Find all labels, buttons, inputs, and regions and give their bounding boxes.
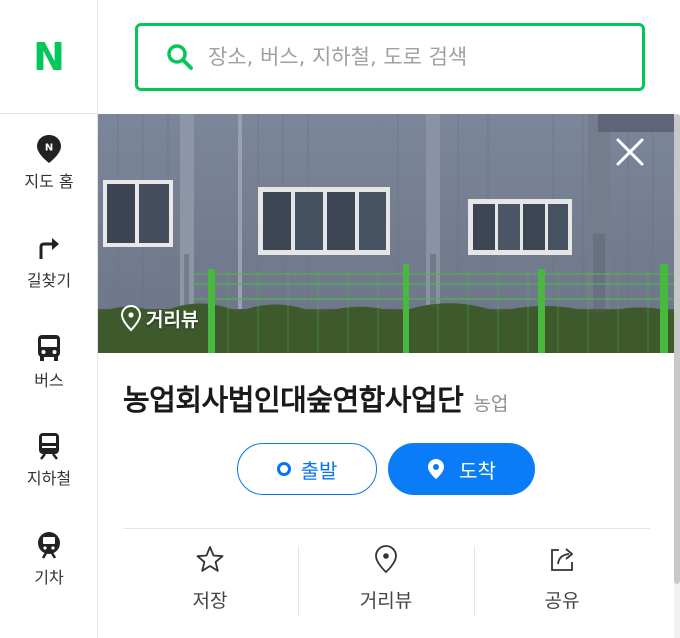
street-view-tag-label: 거리뷰 bbox=[146, 308, 199, 331]
share-button[interactable]: 공유 bbox=[477, 544, 647, 614]
search-box[interactable] bbox=[135, 23, 645, 91]
place-name[interactable]: 농업회사법인대숲연합사업단 bbox=[123, 377, 464, 419]
star-icon bbox=[195, 544, 225, 574]
start-button[interactable]: 출발 bbox=[237, 443, 377, 495]
arrive-button-label: 도착 bbox=[459, 458, 496, 483]
sidebar-item-bus[interactable]: 버스 bbox=[0, 333, 98, 391]
more-icon bbox=[34, 628, 64, 638]
location-pin-icon bbox=[428, 459, 445, 479]
action-separator bbox=[474, 546, 475, 616]
sidebar-item-train[interactable]: 기차 bbox=[0, 530, 98, 588]
place-title-row: 농업회사법인대숲연합사업단 농업 bbox=[123, 377, 508, 419]
sidebar-item-subway[interactable]: 지하철 bbox=[0, 431, 98, 489]
train-icon bbox=[34, 530, 64, 560]
save-button-label: 저장 bbox=[192, 590, 228, 612]
close-icon[interactable] bbox=[610, 132, 650, 172]
place-panel: 거리뷰 농업회사법인대숲연합사업단 농업 출발 도착 저장 거리뷰 공유 bbox=[98, 114, 680, 638]
sidebar-item-label: 지도 홈 bbox=[24, 172, 74, 191]
sidebar-item-map-home[interactable]: N 지도 홈 bbox=[0, 134, 98, 192]
sidebar-item-directions[interactable]: 길찾기 bbox=[0, 233, 98, 291]
arrive-button[interactable]: 도착 bbox=[388, 443, 535, 495]
save-button[interactable]: 저장 bbox=[125, 544, 295, 614]
svg-text:N: N bbox=[45, 143, 53, 154]
street-view-photo[interactable]: 거리뷰 bbox=[98, 114, 674, 353]
sidebar-item-more[interactable] bbox=[0, 628, 98, 638]
search-input[interactable] bbox=[208, 45, 608, 69]
logo-container: N bbox=[0, 0, 97, 114]
place-category: 농업 bbox=[473, 393, 509, 415]
subway-icon bbox=[34, 431, 64, 461]
sidebar: N N 지도 홈 길찾기 버스 지하철 기차 bbox=[0, 0, 98, 638]
start-dot-icon bbox=[276, 462, 291, 476]
divider bbox=[123, 528, 650, 529]
naver-logo[interactable]: N bbox=[33, 35, 65, 79]
street-view-button-label: 거리뷰 bbox=[359, 590, 413, 612]
search-icon bbox=[167, 44, 193, 70]
sidebar-item-label: 기차 bbox=[34, 568, 64, 587]
location-pin-icon bbox=[120, 304, 142, 332]
start-button-label: 출발 bbox=[300, 458, 338, 483]
action-separator bbox=[298, 546, 299, 616]
sidebar-item-label: 버스 bbox=[34, 371, 64, 390]
share-button-label: 공유 bbox=[544, 590, 580, 612]
street-view-tag[interactable]: 거리뷰 bbox=[120, 304, 198, 332]
bus-icon bbox=[34, 333, 64, 363]
scrollbar-track[interactable] bbox=[674, 114, 680, 638]
share-icon bbox=[547, 544, 577, 574]
street-view-button[interactable]: 거리뷰 bbox=[301, 544, 471, 614]
directions-icon bbox=[34, 233, 64, 263]
location-pin-icon bbox=[371, 544, 401, 574]
sidebar-item-label: 길찾기 bbox=[26, 271, 72, 290]
map-home-icon: N bbox=[34, 134, 64, 164]
scrollbar-thumb[interactable] bbox=[674, 114, 680, 584]
sidebar-item-label: 지하철 bbox=[26, 469, 72, 488]
